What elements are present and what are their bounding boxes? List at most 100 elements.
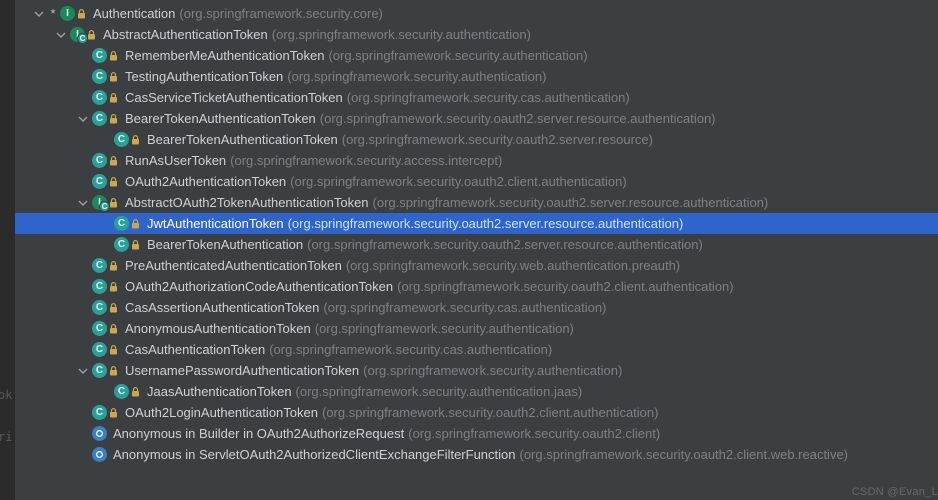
- chevron-placeholder: [98, 385, 112, 399]
- type-icon-group: [92, 426, 107, 442]
- class-name: UsernamePasswordAuthenticationToken: [125, 363, 359, 378]
- chevron-down-icon[interactable]: [76, 196, 90, 210]
- tree-row[interactable]: *IAuthentication(org.springframework.sec…: [0, 3, 938, 24]
- tree-row[interactable]: ICAbstractAuthenticationToken(org.spring…: [0, 24, 938, 45]
- chevron-placeholder: [76, 322, 90, 336]
- lock-icon: [77, 9, 87, 19]
- tree-row[interactable]: C BearerTokenAuthenticationToken (org.spri…: [0, 129, 938, 150]
- type-icon-group: C: [114, 216, 141, 232]
- tree-row[interactable]: Anonymous in ServletOAuth2AuthorizedClie…: [0, 444, 938, 465]
- watermark: CSDN @Evan_L: [852, 486, 938, 498]
- class-icon: C: [92, 300, 107, 315]
- type-icon-group: C: [92, 174, 119, 190]
- package-name: (org.springframework.security.authentica…: [363, 363, 622, 378]
- package-name: (org.springframework.security.cas.authen…: [323, 300, 606, 315]
- package-name: (org.springframework.security.authentica…: [287, 69, 546, 84]
- type-icon-group: C: [92, 90, 119, 106]
- lock-icon: [109, 114, 119, 124]
- package-name: (org.springframework.security.oauth2.ser…: [320, 111, 716, 126]
- class-icon: C: [92, 405, 107, 420]
- tree-row[interactable]: CBearerTokenAuthenticationToken(org.spri…: [0, 108, 938, 129]
- package-name: (org.springframework.security.oauth2.ser…: [342, 132, 653, 147]
- chevron-placeholder: [76, 280, 90, 294]
- chevron-placeholder: [98, 238, 112, 252]
- chevron-down-icon[interactable]: [76, 112, 90, 126]
- class-hierarchy-tree[interactable]: *IAuthentication(org.springframework.sec…: [0, 0, 938, 465]
- chevron-placeholder: [76, 154, 90, 168]
- type-icon-group: C: [114, 384, 141, 400]
- lock-icon: [109, 408, 119, 418]
- class-name: CasAssertionAuthenticationToken: [125, 300, 319, 315]
- package-name: (org.springframework.security.oauth2.cli…: [408, 426, 660, 441]
- class-name: BearerTokenAuthenticationToken: [147, 132, 338, 147]
- class-name: AbstractAuthenticationToken: [103, 27, 268, 42]
- tree-row[interactable]: Anonymous in Builder in OAuth2AuthorizeR…: [0, 423, 938, 444]
- type-icon-group: C: [92, 69, 119, 85]
- tree-row[interactable]: C CasAssertionAuthenticationToken (org.spr…: [0, 297, 938, 318]
- gutter-text: ri: [0, 430, 12, 444]
- tree-row[interactable]: CAnonymousAuthenticationToken(org.spring…: [0, 318, 938, 339]
- class-name: JaasAuthenticationToken: [147, 384, 292, 399]
- class-icon: C: [114, 216, 129, 231]
- lock-icon: [109, 261, 119, 271]
- tree-row[interactable]: CBearerTokenAuthentication(org.springfra…: [0, 234, 938, 255]
- type-icon-group: C: [92, 258, 119, 274]
- chevron-down-icon[interactable]: [32, 7, 46, 21]
- class-name: Anonymous in ServletOAuth2AuthorizedClie…: [113, 447, 516, 462]
- tree-row[interactable]: CRememberMeAuthenticationToken(org.sprin…: [0, 45, 938, 66]
- type-icon-group: C: [92, 48, 119, 64]
- class-name: OAuth2LoginAuthenticationToken: [125, 405, 318, 420]
- type-icon-group: I: [60, 6, 87, 22]
- chevron-placeholder: [76, 301, 90, 315]
- tree-row[interactable]: C CasAuthenticationToken (org.springframew…: [0, 339, 938, 360]
- lock-icon: [109, 345, 119, 355]
- package-name: (org.springframework.security.cas.authen…: [269, 342, 552, 357]
- tree-row[interactable]: ICAbstractOAuth2TokenAuthenticationToken…: [0, 192, 938, 213]
- type-icon-group: C: [114, 132, 141, 148]
- type-icon-group: C: [114, 237, 141, 253]
- type-icon-group: C: [92, 279, 119, 295]
- package-name: (org.springframework.security.authentica…: [296, 384, 583, 399]
- class-icon: C: [92, 279, 107, 294]
- type-icon-group: C: [92, 363, 119, 379]
- lock-icon: [109, 51, 119, 61]
- chevron-placeholder: [76, 259, 90, 273]
- type-icon-group: C: [92, 153, 119, 169]
- tree-row[interactable]: C JaasAuthenticationToken (org.springframe…: [0, 381, 938, 402]
- chevron-down-icon[interactable]: [54, 28, 68, 42]
- gutter-text: ok: [0, 388, 12, 402]
- chevron-placeholder: [76, 175, 90, 189]
- type-icon-group: C: [92, 405, 119, 421]
- tree-row[interactable]: COAuth2AuthenticationToken(org.springfra…: [0, 171, 938, 192]
- anonymous-class-icon: [92, 426, 107, 441]
- tree-row[interactable]: COAuth2LoginAuthenticationToken(org.spri…: [0, 402, 938, 423]
- chevron-placeholder: [76, 448, 90, 462]
- type-icon-group: [92, 447, 107, 463]
- tree-row[interactable]: CJwtAuthenticationToken(org.springframew…: [0, 213, 938, 234]
- lock-icon: [109, 93, 119, 103]
- package-name: (org.springframework.security.oauth2.cli…: [520, 447, 849, 462]
- package-name: (org.springframework.security.core): [179, 6, 382, 21]
- type-icon-group: IC: [70, 27, 97, 43]
- class-name: JwtAuthenticationToken: [147, 216, 284, 231]
- package-name: (org.springframework.security.authentica…: [328, 48, 587, 63]
- class-name: PreAuthenticatedAuthenticationToken: [125, 258, 342, 273]
- tree-row[interactable]: CCasServiceTicketAuthenticationToken(org…: [0, 87, 938, 108]
- class-name: RunAsUserToken: [125, 153, 226, 168]
- tree-row[interactable]: CTestingAuthenticationToken(org.springfr…: [0, 66, 938, 87]
- type-icon-group: C: [92, 342, 119, 358]
- tree-row[interactable]: CRunAsUserToken(org.springframework.secu…: [0, 150, 938, 171]
- class-name: CasAuthenticationToken: [125, 342, 265, 357]
- class-name: Anonymous in Builder in OAuth2AuthorizeR…: [113, 426, 404, 441]
- chevron-placeholder: [76, 406, 90, 420]
- anonymous-class-icon: [92, 447, 107, 462]
- package-name: (org.springframework.security.oauth2.ser…: [307, 237, 703, 252]
- lock-icon: [109, 303, 119, 313]
- tree-row[interactable]: COAuth2AuthorizationCodeAuthenticationTo…: [0, 276, 938, 297]
- lock-icon: [109, 324, 119, 334]
- tree-row[interactable]: CPreAuthenticatedAuthenticationToken(org…: [0, 255, 938, 276]
- chevron-placeholder: [76, 49, 90, 63]
- tree-row[interactable]: C UsernamePasswordAuthenticationToken (org…: [0, 360, 938, 381]
- class-icon: C: [92, 342, 107, 357]
- chevron-down-icon[interactable]: [76, 364, 90, 378]
